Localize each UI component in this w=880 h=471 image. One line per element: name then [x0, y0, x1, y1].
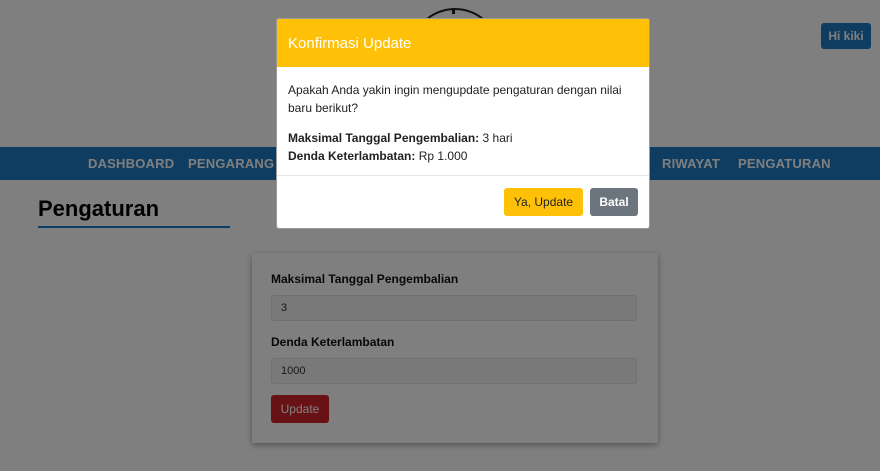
cancel-button[interactable]: Batal: [590, 188, 638, 216]
modal-title: Konfirmasi Update: [288, 34, 412, 52]
confirm-modal: Konfirmasi Update Apakah Anda yakin ingi…: [276, 18, 650, 229]
modal-body: Apakah Anda yakin ingin mengupdate penga…: [277, 67, 649, 176]
modal-question: Apakah Anda yakin ingin mengupdate penga…: [288, 83, 622, 115]
modal-fine-label: Denda Keterlambatan:: [288, 149, 416, 163]
modal-max-days-row: Maksimal Tanggal Pengembalian: 3 hari: [288, 129, 638, 147]
modal-fine-row: Denda Keterlambatan: Rp 1.000: [288, 147, 638, 165]
confirm-update-button[interactable]: Ya, Update: [504, 188, 583, 216]
modal-max-days-label: Maksimal Tanggal Pengembalian:: [288, 131, 480, 145]
modal-header: Konfirmasi Update: [277, 19, 649, 67]
modal-footer: Ya, Update Batal: [277, 176, 649, 228]
modal-max-days-value: 3 hari: [482, 131, 513, 145]
modal-fine-value: Rp 1.000: [418, 149, 468, 163]
